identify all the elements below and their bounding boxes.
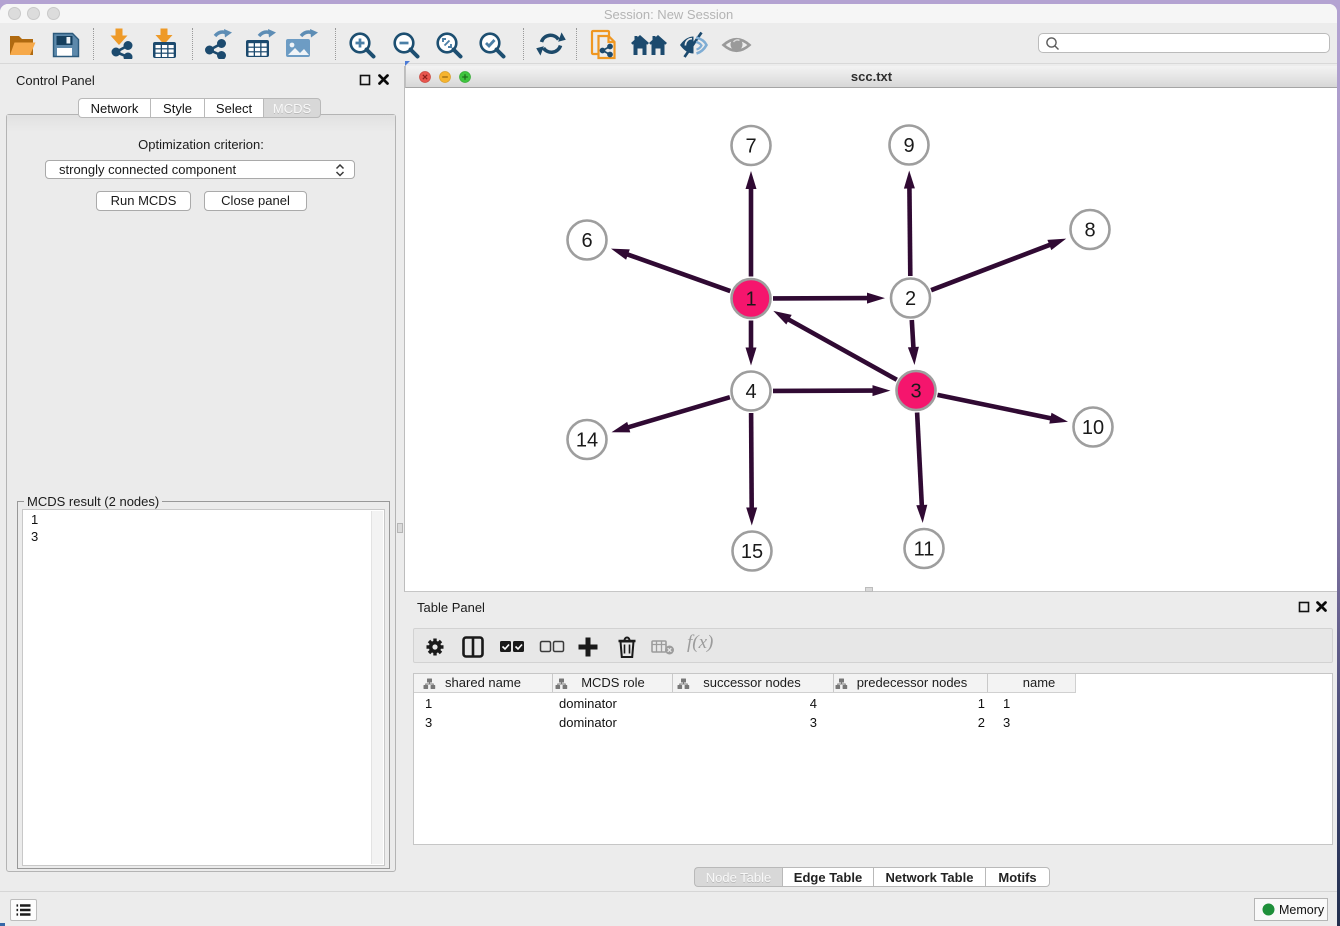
svg-text:2: 2: [905, 288, 916, 310]
svg-text:14: 14: [576, 430, 598, 452]
svg-text:1: 1: [745, 289, 756, 311]
svg-text:9: 9: [903, 135, 914, 157]
svg-text:10: 10: [1082, 417, 1104, 439]
svg-text:7: 7: [745, 136, 756, 158]
svg-text:11: 11: [914, 539, 935, 561]
svg-text:3: 3: [910, 381, 921, 403]
svg-text:6: 6: [581, 230, 592, 252]
svg-text:8: 8: [1084, 220, 1095, 242]
svg-text:15: 15: [741, 541, 763, 563]
svg-text:4: 4: [745, 381, 756, 403]
